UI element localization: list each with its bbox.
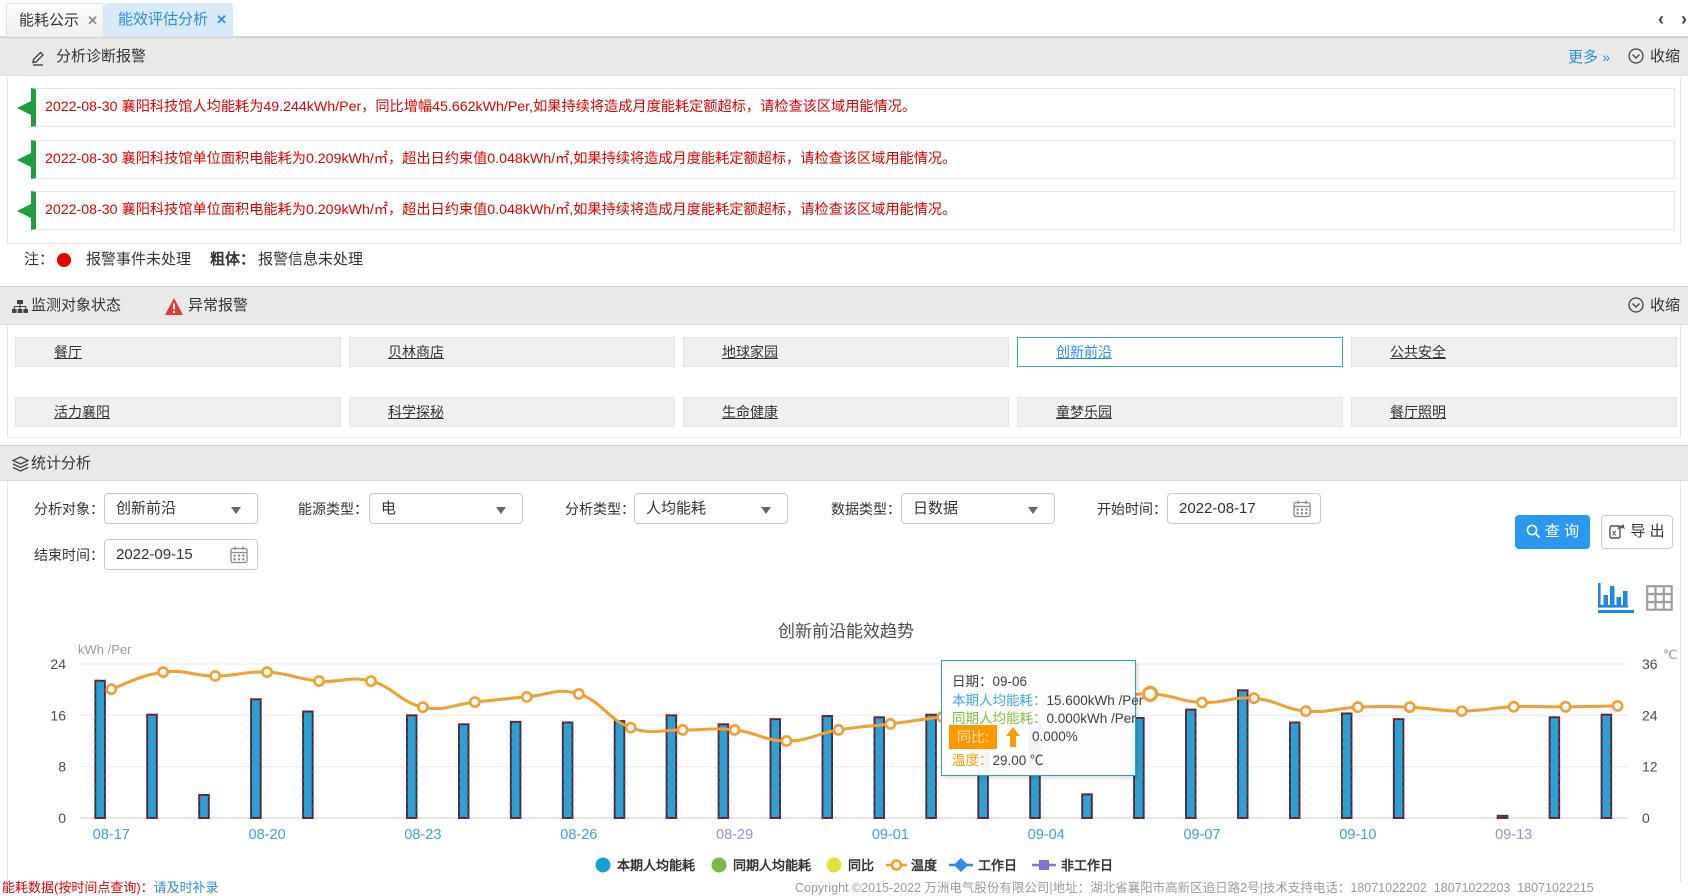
svg-text:kWh /Per: kWh /Per — [78, 642, 132, 657]
svg-text:0: 0 — [58, 810, 66, 826]
svg-text:08-20: 08-20 — [249, 827, 286, 843]
svg-text:同期人均能耗: 同期人均能耗 — [733, 858, 811, 873]
svg-text:创新前沿能效趋势: 创新前沿能效趋势 — [778, 622, 914, 641]
svg-text:09-04: 09-04 — [1028, 827, 1065, 843]
svg-text:09-07: 09-07 — [1183, 827, 1220, 843]
svg-text:本期人均能耗: 本期人均能耗 — [617, 858, 695, 873]
svg-text:同比: 同比 — [848, 858, 874, 873]
svg-text:12: 12 — [1642, 759, 1658, 775]
svg-text:09-13: 09-13 — [1495, 827, 1532, 843]
svg-text:24: 24 — [1642, 707, 1658, 723]
svg-text:℃: ℃ — [1663, 647, 1678, 662]
svg-text:温度: 温度 — [911, 858, 938, 873]
svg-text:0: 0 — [1642, 810, 1650, 826]
svg-text:09-01: 09-01 — [872, 827, 909, 843]
svg-text:08-23: 08-23 — [404, 827, 441, 843]
svg-text:36: 36 — [1642, 656, 1658, 672]
svg-text:16: 16 — [50, 707, 66, 723]
svg-text:x: x — [1612, 529, 1617, 538]
svg-text:09-10: 09-10 — [1339, 827, 1376, 843]
svg-text:08-17: 08-17 — [93, 827, 130, 843]
svg-text:08-26: 08-26 — [560, 827, 597, 843]
svg-text:非工作日: 非工作日 — [1061, 858, 1113, 873]
svg-text:24: 24 — [50, 656, 66, 672]
svg-text:8: 8 — [58, 759, 66, 775]
svg-text:工作日: 工作日 — [978, 858, 1017, 873]
svg-text:08-29: 08-29 — [716, 827, 753, 843]
